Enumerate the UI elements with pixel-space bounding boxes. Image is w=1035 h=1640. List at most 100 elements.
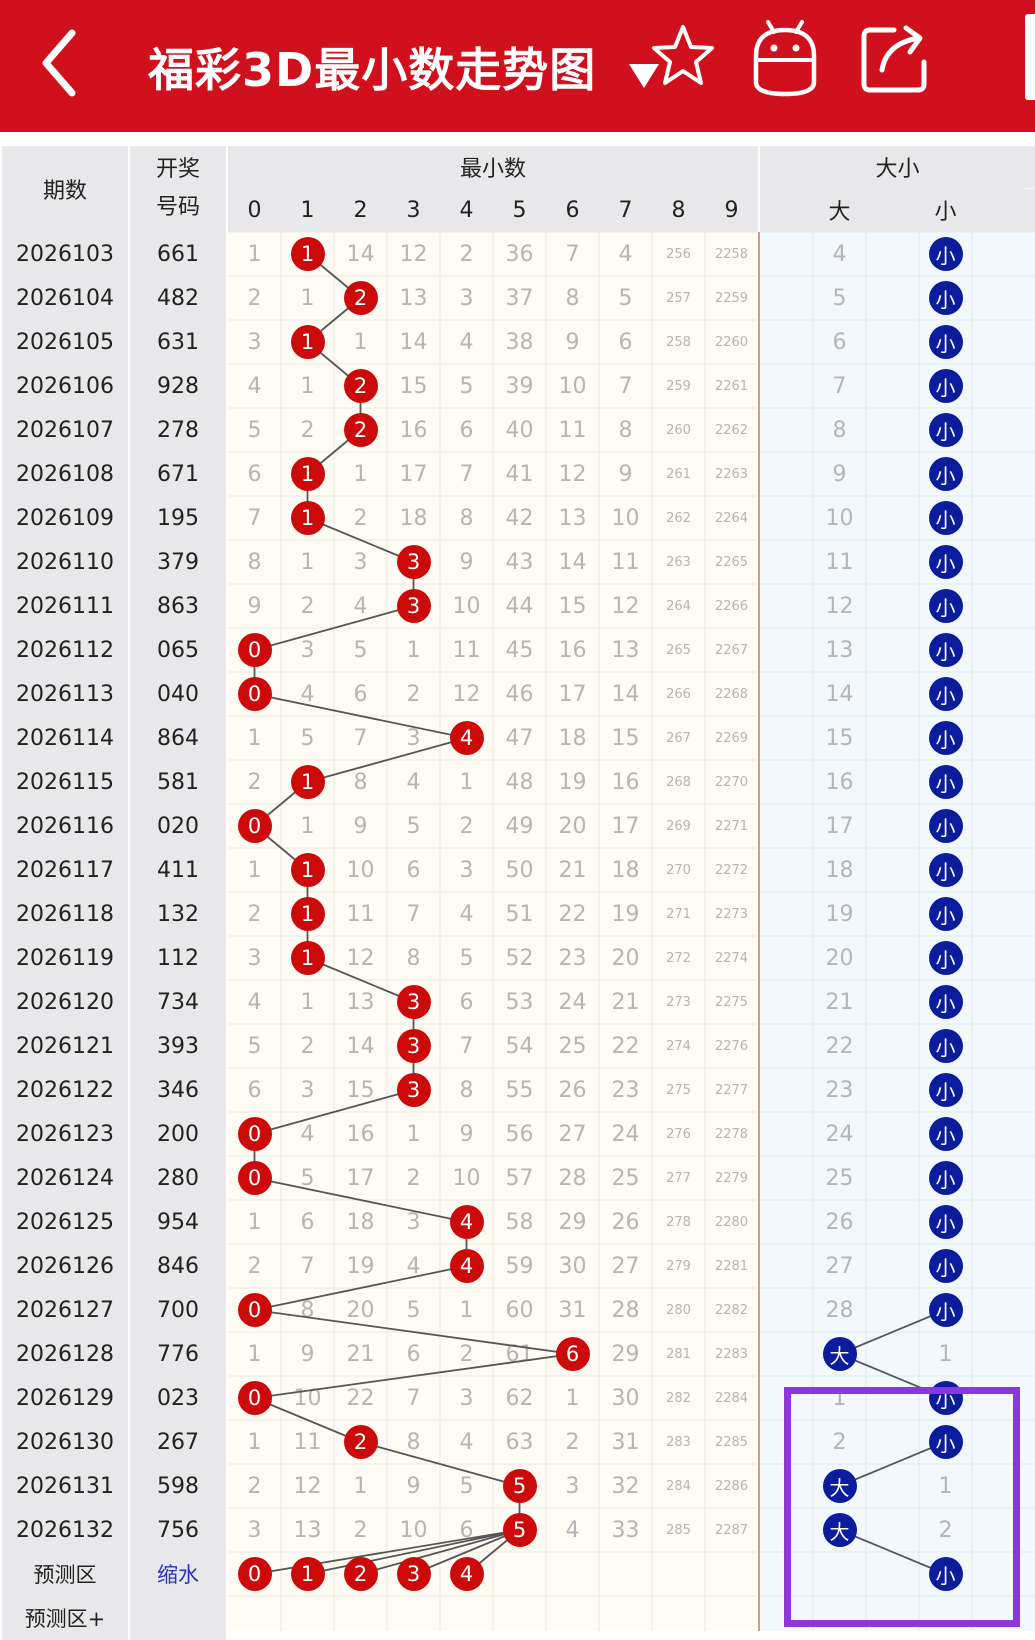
omission-value-cell: 273: [666, 994, 691, 1010]
omission-value-cell: 272: [666, 950, 691, 966]
omission-value-cell: 9: [300, 1341, 315, 1367]
min-digit-ball: 1: [290, 237, 325, 271]
draw-number-cell: 756: [130, 1508, 226, 1552]
omission-value-cell: 18: [611, 857, 640, 883]
omission-value-cell: 53: [505, 989, 534, 1015]
size-small-ball: 小: [928, 237, 963, 271]
omission-value-cell: 1: [459, 1297, 474, 1323]
prediction-plus-value-cell[interactable]: [130, 1596, 226, 1640]
omission-value-cell: 42: [505, 505, 534, 531]
omission-value-cell: 4: [406, 1253, 421, 1279]
omission-value-cell: 285: [666, 1522, 691, 1538]
omission-value-cell: 2: [300, 417, 315, 443]
min-digit-hit-cell: 3: [387, 980, 440, 1024]
period-cell: 2026128: [2, 1332, 128, 1376]
draw-number-cell: 846: [130, 1244, 226, 1288]
omission-value-cell: 2279: [714, 1170, 749, 1186]
size-hit-cell: 小: [919, 628, 972, 672]
size-small-ball: 小: [928, 1249, 963, 1283]
size-hit-cell: 小: [919, 496, 972, 540]
omission-value-cell: 7: [300, 1253, 315, 1279]
omission-value-cell: 55: [505, 1077, 534, 1103]
period-cell: 2026122: [2, 1068, 128, 1112]
prediction-digit-cell[interactable]: 3: [387, 1552, 440, 1596]
period-cell: 2026126: [2, 1244, 128, 1288]
omission-value-cell: 2262: [714, 422, 749, 438]
size-small-ball: 小: [928, 1161, 963, 1195]
omission-value-cell: 4: [565, 1517, 580, 1543]
omission-value-cell: 21: [346, 1341, 375, 1367]
draw-number-cell: 631: [130, 320, 226, 364]
omission-value-cell: 279: [666, 1258, 691, 1274]
omission-value-cell: 2: [353, 1517, 368, 1543]
omission-value-cell: 25: [611, 1165, 640, 1191]
omission-value-cell: 18: [399, 505, 428, 531]
period-cell: 2026104: [2, 276, 128, 320]
prediction-digit-cell[interactable]: 1: [281, 1552, 334, 1596]
draw-number-cell: 065: [130, 628, 226, 672]
omission-value-cell: 9: [459, 549, 474, 575]
omission-value-cell: 13: [611, 637, 640, 663]
omission-value-cell: 57: [505, 1165, 534, 1191]
size-omission-cell: 25: [825, 1165, 854, 1191]
omission-value-cell: 13: [346, 989, 375, 1015]
min-digit-ball: 1: [290, 853, 325, 887]
omission-value-cell: 2: [459, 1341, 474, 1367]
omission-value-cell: 7: [565, 241, 580, 267]
prediction-digit-cell[interactable]: 2: [334, 1552, 387, 1596]
omission-value-cell: 1: [247, 1209, 262, 1235]
min-digit-ball: 4: [449, 1249, 484, 1283]
omission-value-cell: 2: [300, 1033, 315, 1059]
omission-value-cell: 1: [459, 769, 474, 795]
digit-header-4: 4: [440, 188, 493, 232]
prediction-digit-cell[interactable]: 4: [440, 1552, 493, 1596]
omission-value-cell: 4: [300, 1121, 315, 1147]
min-digit-hit-cell: 1: [281, 848, 334, 892]
size-small-ball: 小: [928, 1117, 963, 1151]
omission-value-cell: 33: [611, 1517, 640, 1543]
omission-value-cell: 7: [459, 1033, 474, 1059]
period-cell: 2026119: [2, 936, 128, 980]
prediction-filter-link[interactable]: 缩水: [130, 1552, 226, 1596]
omission-value-cell: 29: [558, 1209, 587, 1235]
omission-value-cell: 2: [353, 505, 368, 531]
omission-value-cell: 7: [459, 461, 474, 487]
min-digit-hit-cell: 0: [228, 672, 281, 716]
omission-value-cell: 1: [353, 1473, 368, 1499]
omission-value-cell: 51: [505, 901, 534, 927]
omission-value-cell: 10: [293, 1385, 322, 1411]
omission-value-cell: 1: [353, 461, 368, 487]
omission-value-cell: 16: [558, 637, 587, 663]
omission-value-cell: 17: [346, 1165, 375, 1191]
size-hit-cell: 小: [919, 1024, 972, 1068]
omission-value-cell: 10: [452, 593, 481, 619]
size-small-ball: 小: [928, 1293, 963, 1327]
digit-header-9: 9: [705, 188, 758, 232]
min-digit-ball: 2: [343, 413, 378, 447]
omission-value-cell: 7: [353, 725, 368, 751]
omission-value-cell: 19: [346, 1253, 375, 1279]
omission-value-cell: 6: [300, 1209, 315, 1235]
omission-value-cell: 6: [406, 857, 421, 883]
omission-value-cell: 19: [558, 769, 587, 795]
omission-value-cell: 2: [247, 285, 262, 311]
size-header-2: [866, 188, 919, 232]
min-digit-ball: 0: [237, 677, 272, 711]
omission-value-cell: 48: [505, 769, 534, 795]
prediction-digit-cell[interactable]: 0: [228, 1552, 281, 1596]
min-digit-hit-cell: 0: [228, 1156, 281, 1200]
min-digit-hit-cell: 1: [281, 496, 334, 540]
min-digit-hit-cell: 0: [228, 1376, 281, 1420]
omission-value-cell: 15: [346, 1077, 375, 1103]
size-header-0: [760, 188, 813, 232]
omission-value-cell: 15: [399, 373, 428, 399]
omission-value-cell: 1: [247, 857, 262, 883]
omission-value-cell: 16: [611, 769, 640, 795]
omission-value-cell: 276: [666, 1126, 691, 1142]
size-hit-cell: 小: [919, 320, 972, 364]
omission-value-cell: 3: [459, 1385, 474, 1411]
size-big-ball: 大: [822, 1337, 857, 1371]
omission-value-cell: 1: [247, 1341, 262, 1367]
omission-value-cell: 14: [558, 549, 587, 575]
omission-value-cell: 2270: [714, 774, 749, 790]
